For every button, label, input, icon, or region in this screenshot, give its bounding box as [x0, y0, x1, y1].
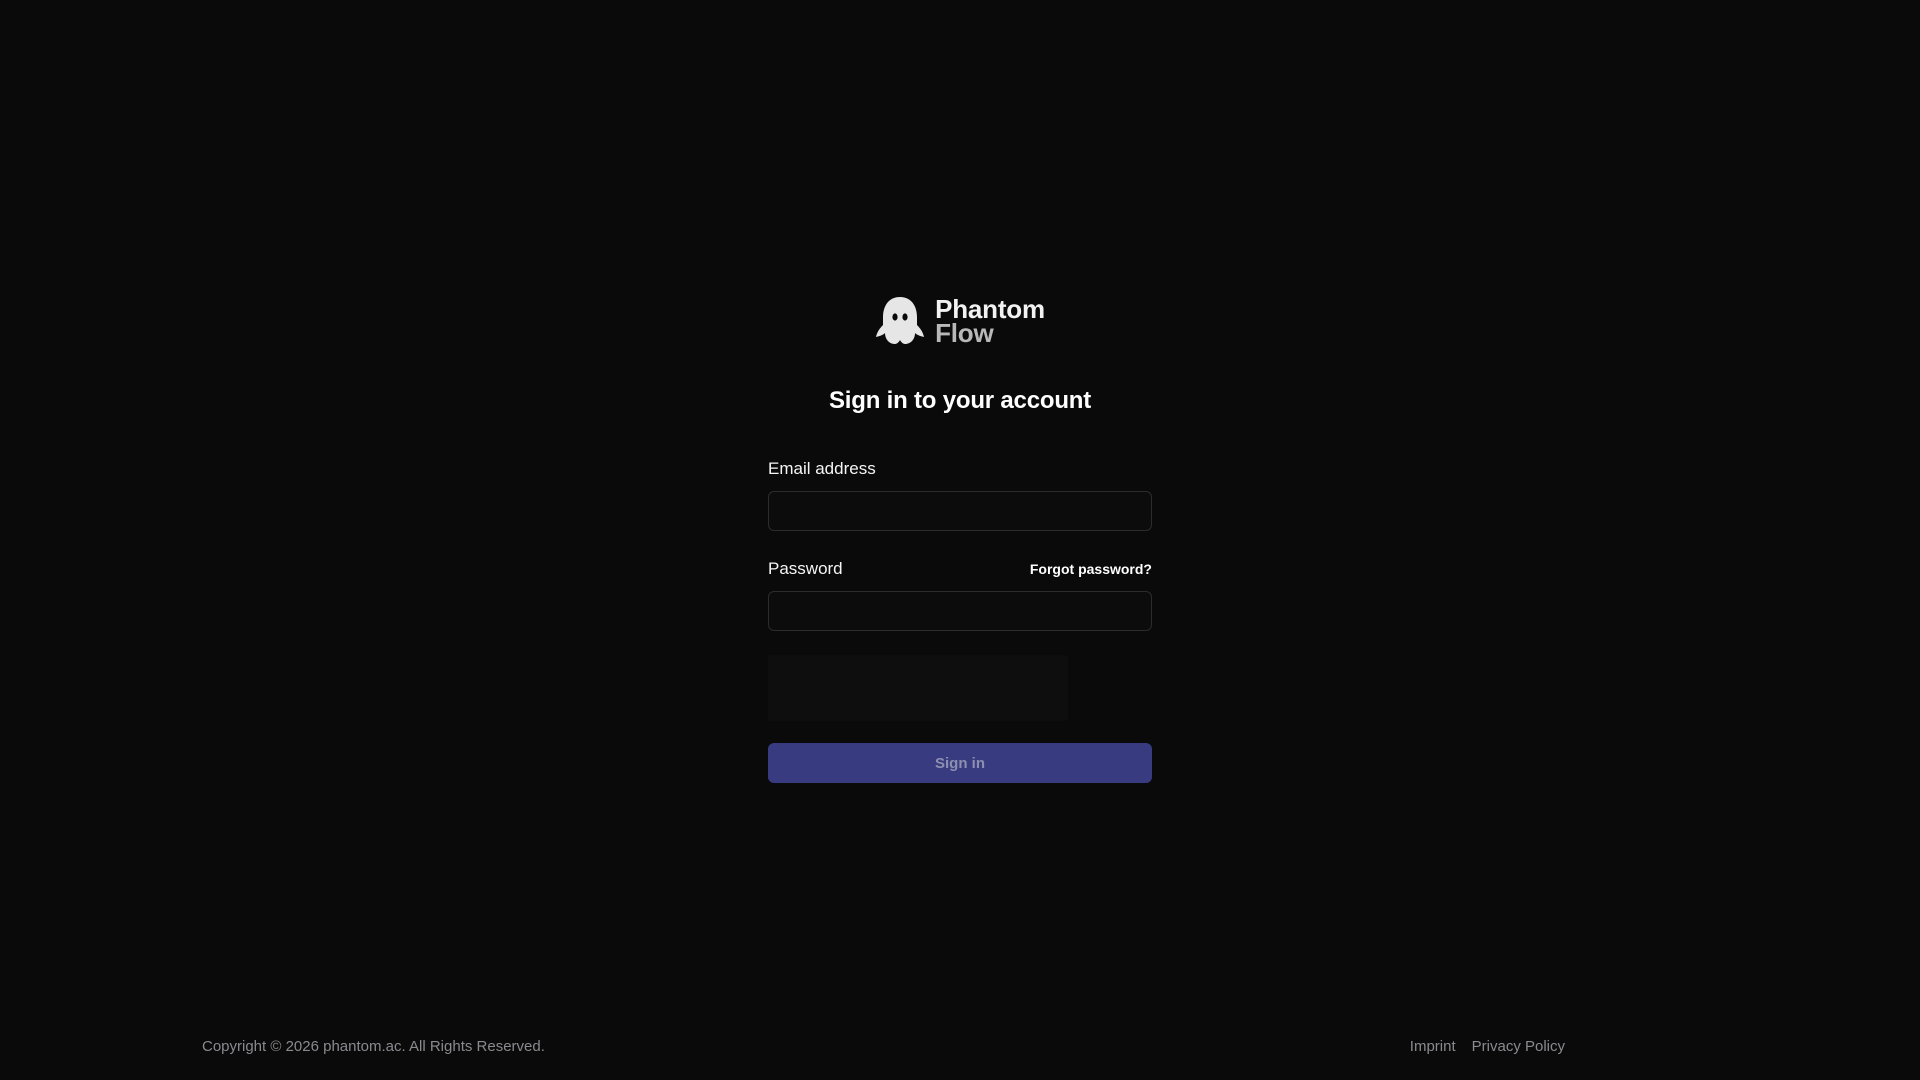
email-label: Email address	[768, 459, 876, 478]
email-input[interactable]	[768, 491, 1152, 531]
password-input[interactable]	[768, 591, 1152, 631]
page-title: Sign in to your account	[828, 387, 1092, 414]
footer: Copyright © 2026 phantom.ac. All Rights …	[202, 1038, 1565, 1055]
email-field-group: Email address	[768, 459, 1152, 531]
brand-logo: Phantom Flow	[768, 295, 1152, 347]
email-field-header: Email address	[768, 459, 1152, 481]
login-page: Phantom Flow Sign in to your account Ema…	[0, 0, 1920, 1080]
sign-in-panel: Phantom Flow Sign in to your account Ema…	[768, 295, 1152, 783]
forgot-password-link[interactable]: Forgot password?	[1030, 561, 1152, 577]
ghost-icon	[876, 297, 925, 344]
password-label: Password	[768, 559, 843, 578]
password-field-group: Password Forgot password?	[768, 559, 1152, 631]
sign-in-button[interactable]: Sign in	[768, 743, 1152, 783]
imprint-link[interactable]: Imprint	[1410, 1038, 1456, 1055]
footer-links: Imprint Privacy Policy	[1410, 1038, 1565, 1055]
brand-name: Phantom Flow	[935, 296, 1045, 348]
privacy-policy-link[interactable]: Privacy Policy	[1472, 1038, 1565, 1055]
brand-name-line2: Flow	[935, 318, 994, 348]
password-field-header: Password Forgot password?	[768, 559, 1152, 581]
captcha-widget[interactable]	[768, 655, 1068, 721]
copyright-text: Copyright © 2026 phantom.ac. All Rights …	[202, 1038, 545, 1055]
